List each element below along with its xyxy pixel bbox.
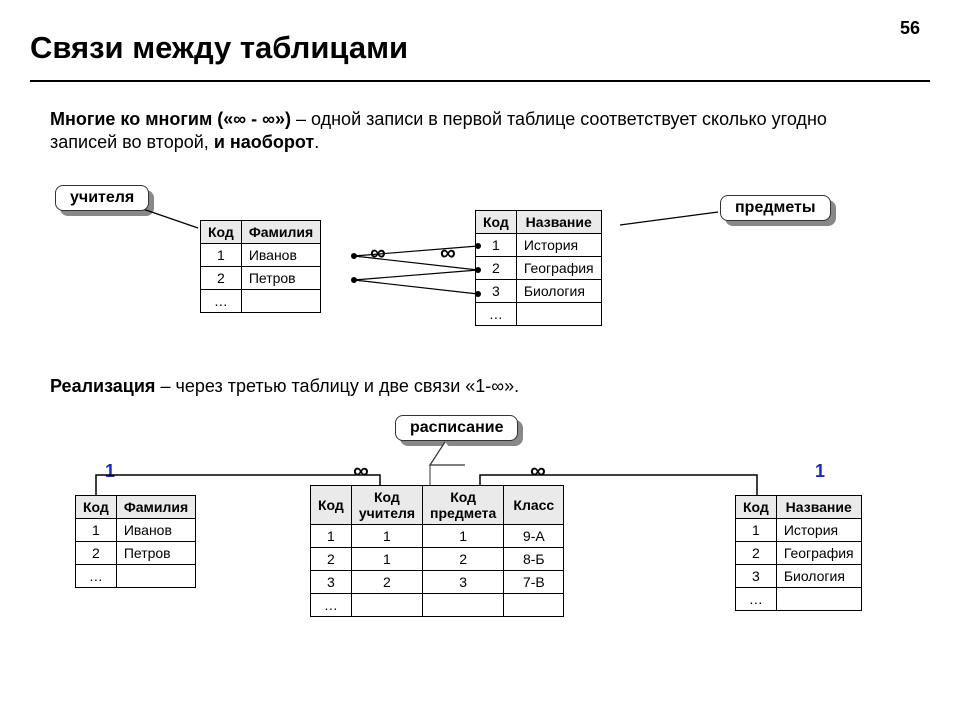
realization-lead: Реализация (50, 376, 155, 396)
infinity-icon: ∞ (262, 109, 275, 129)
cell: 3 (736, 565, 777, 588)
cell: 1 (351, 525, 422, 548)
cell: 2 (76, 542, 117, 565)
col-header: Класс (504, 486, 564, 525)
cell: 2 (201, 267, 242, 290)
cell: 1 (311, 525, 352, 548)
link-endpoint (475, 243, 481, 249)
cell: 1 (351, 548, 422, 571)
cell: 3 (476, 280, 517, 303)
teachers-table-top: КодФамилия 1Иванов 2Петров … (200, 220, 321, 313)
infinity-icon: ∞ (530, 458, 546, 484)
cell (776, 588, 861, 611)
cell: 2 (476, 257, 517, 280)
realization-paragraph: Реализация – через третью таблицу и две … (50, 375, 830, 398)
cell: История (516, 234, 601, 257)
intro-lead: Многие ко многим (« (50, 109, 233, 129)
link-endpoint (351, 253, 357, 259)
cell: 9-А (504, 525, 564, 548)
cell: … (736, 588, 777, 611)
infinity-icon: ∞ (440, 240, 456, 266)
cell: 2 (736, 542, 777, 565)
cell: 7-В (504, 571, 564, 594)
infinity-icon: ∞ (491, 376, 504, 396)
cell: 1 (76, 519, 117, 542)
link-endpoint (475, 267, 481, 273)
cell: 1 (476, 234, 517, 257)
col-header: Код (476, 211, 517, 234)
cell: География (516, 257, 601, 280)
cell (241, 290, 320, 313)
schedule-table: Код Код учителя Код предмета Класс 1119-… (310, 485, 564, 617)
intro-emph: и наоборот (214, 132, 314, 152)
infinity-icon: ∞ (353, 458, 369, 484)
col-header: Код (76, 496, 117, 519)
page-number: 56 (900, 18, 920, 39)
callout-teachers: учителя (55, 185, 149, 211)
intro-tail: ») (275, 109, 291, 129)
cell: Биология (776, 565, 861, 588)
infinity-icon: ∞ (370, 240, 386, 266)
cell: … (476, 303, 517, 326)
link-endpoint (475, 291, 481, 297)
callout-schedule-label: расписание (395, 415, 518, 441)
col-header: Фамилия (116, 496, 195, 519)
callout-subjects: предметы (720, 195, 831, 221)
cell: 2 (351, 571, 422, 594)
cell: … (311, 594, 352, 617)
cell: 1 (736, 519, 777, 542)
cell: Иванов (241, 244, 320, 267)
intro-paragraph: Многие ко многим («∞ - ∞») – одной запис… (50, 108, 830, 155)
cell (516, 303, 601, 326)
realization-rest: – через третью таблицу и две связи «1- (155, 376, 491, 396)
subjects-table-bottom: КодНазвание 1История 2География 3Биологи… (735, 495, 862, 611)
cell: 2 (423, 548, 504, 571)
infinity-icon: ∞ (233, 109, 246, 129)
teachers-table-bottom: КодФамилия 1Иванов 2Петров … (75, 495, 196, 588)
cell: 1 (201, 244, 242, 267)
realization-end: ». (504, 376, 519, 396)
title-rule (30, 80, 930, 82)
callout-teachers-label: учителя (55, 185, 149, 211)
cell (504, 594, 564, 617)
one-label: 1 (105, 461, 115, 482)
one-label: 1 (815, 461, 825, 482)
link-endpoint (351, 277, 357, 283)
cell: Петров (241, 267, 320, 290)
col-header: Код (311, 486, 352, 525)
col-header: Название (516, 211, 601, 234)
intro-dot: . (314, 132, 319, 152)
col-header: Название (776, 496, 861, 519)
col-header: Фамилия (241, 221, 320, 244)
cell (351, 594, 422, 617)
cell: Иванов (116, 519, 195, 542)
cell: География (776, 542, 861, 565)
col-header: Код предмета (423, 486, 504, 525)
cell: 3 (423, 571, 504, 594)
cell: … (201, 290, 242, 313)
col-header: Код учителя (351, 486, 422, 525)
intro-sep: - (246, 109, 262, 129)
cell (423, 594, 504, 617)
cell: Биология (516, 280, 601, 303)
col-header: Код (201, 221, 242, 244)
callout-subjects-label: предметы (720, 195, 831, 221)
page-title: Связи между таблицами (30, 30, 408, 66)
callout-schedule: расписание (395, 415, 518, 441)
col-header: Код (736, 496, 777, 519)
cell: 3 (311, 571, 352, 594)
cell: 1 (423, 525, 504, 548)
cell: История (776, 519, 861, 542)
cell: Петров (116, 542, 195, 565)
cell: 2 (311, 548, 352, 571)
subjects-table-top: КодНазвание 1История 2География 3Биологи… (475, 210, 602, 326)
cell: … (76, 565, 117, 588)
cell: 8-Б (504, 548, 564, 571)
cell (116, 565, 195, 588)
